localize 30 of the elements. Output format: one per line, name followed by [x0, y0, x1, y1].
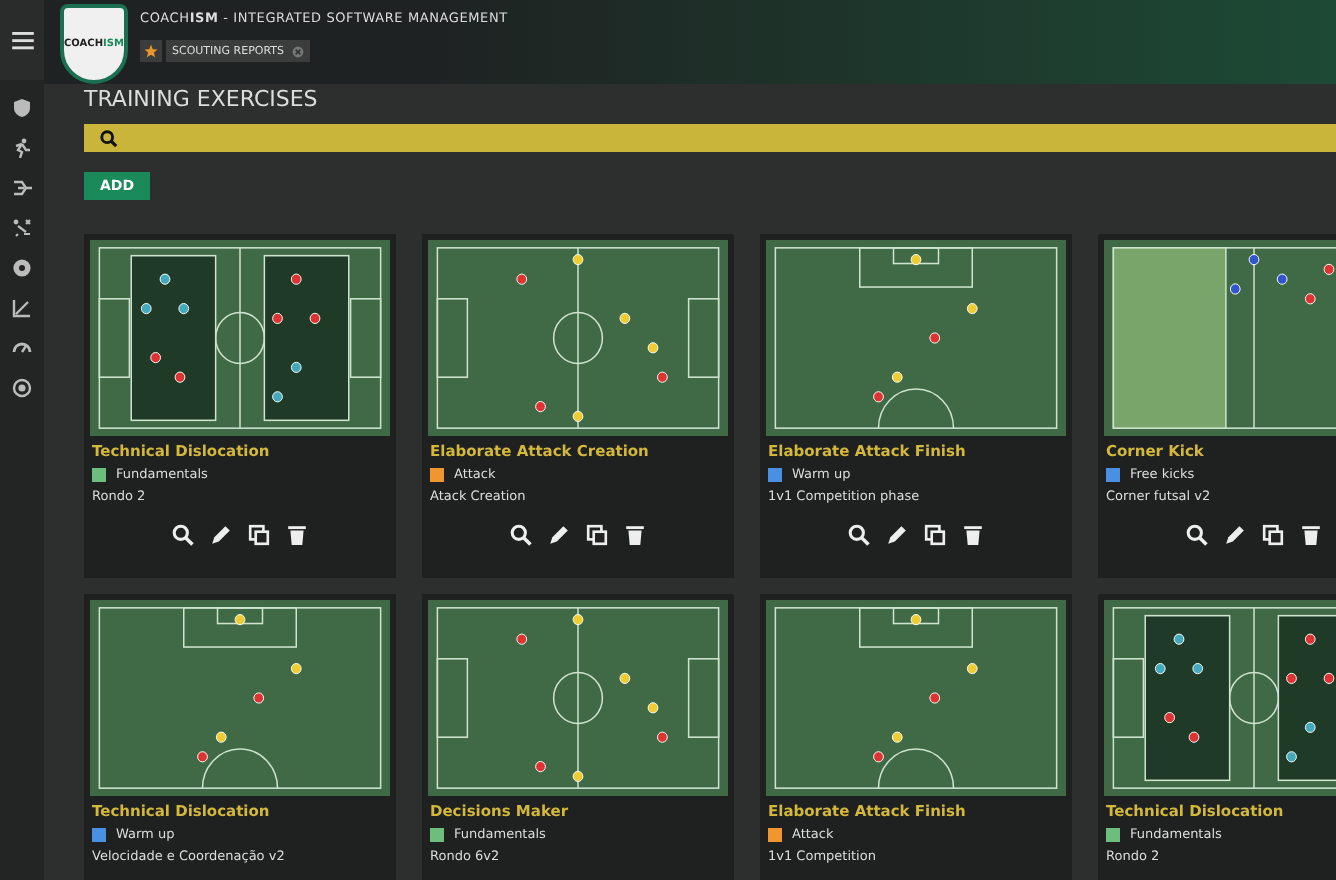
tactic-icon[interactable]: [12, 178, 32, 198]
chart-icon[interactable]: [12, 298, 32, 318]
runner-icon[interactable]: [12, 138, 32, 158]
pencil-icon[interactable]: [886, 523, 908, 546]
search-icon: [100, 129, 118, 147]
page-title: TRAINING EXERCISES: [84, 86, 320, 112]
copy-icon[interactable]: [248, 523, 270, 546]
favorite-button[interactable]: [140, 40, 162, 62]
menu-icon[interactable]: [11, 31, 33, 49]
ball-icon[interactable]: [12, 258, 32, 278]
close-icon[interactable]: [292, 45, 305, 57]
pencil-icon[interactable]: [548, 523, 570, 546]
copy-icon[interactable]: [1262, 523, 1284, 546]
copy-icon[interactable]: [924, 523, 946, 546]
drills-icon[interactable]: [12, 218, 32, 238]
trash-icon[interactable]: [624, 523, 646, 546]
pencil-icon[interactable]: [1224, 523, 1246, 546]
trash-icon[interactable]: [962, 523, 984, 546]
trash-icon[interactable]: [1300, 523, 1322, 546]
search-icon[interactable]: [172, 523, 194, 546]
pencil-icon[interactable]: [210, 523, 232, 546]
search-icon[interactable]: [848, 523, 870, 546]
target-icon[interactable]: [12, 378, 32, 398]
shield-icon[interactable]: [12, 98, 32, 118]
gauge-icon[interactable]: [12, 338, 32, 358]
trash-icon[interactable]: [286, 523, 308, 546]
search-field[interactable]: [84, 124, 1336, 152]
search-icon[interactable]: [510, 523, 532, 546]
search-icon[interactable]: [1186, 523, 1208, 546]
copy-icon[interactable]: [586, 523, 608, 546]
